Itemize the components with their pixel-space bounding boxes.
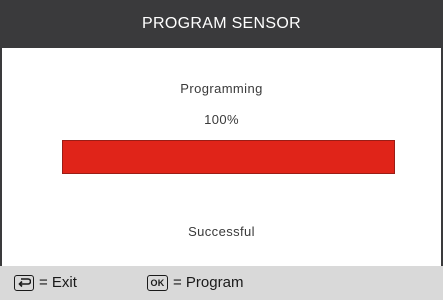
ok-key-icon: OK <box>147 274 168 291</box>
program-sensor-screen: PROGRAM SENSOR Programming 100% Successf… <box>0 0 443 300</box>
exit-label: = Exit <box>39 274 77 291</box>
exit-hint[interactable]: = Exit <box>14 274 77 291</box>
progress-fill <box>63 141 394 173</box>
page-title: PROGRAM SENSOR <box>142 15 301 32</box>
program-label: = Program <box>173 274 244 291</box>
status-label: Programming <box>180 81 263 96</box>
header-bar: PROGRAM SENSOR <box>0 0 443 48</box>
program-hint[interactable]: OK = Program <box>147 274 243 291</box>
footer-bar: = Exit OK = Program <box>0 266 443 300</box>
result-text: Successful <box>188 224 255 239</box>
progress-bar <box>62 140 395 174</box>
back-return-icon <box>14 274 34 291</box>
progress-percent: 100% <box>204 112 239 127</box>
